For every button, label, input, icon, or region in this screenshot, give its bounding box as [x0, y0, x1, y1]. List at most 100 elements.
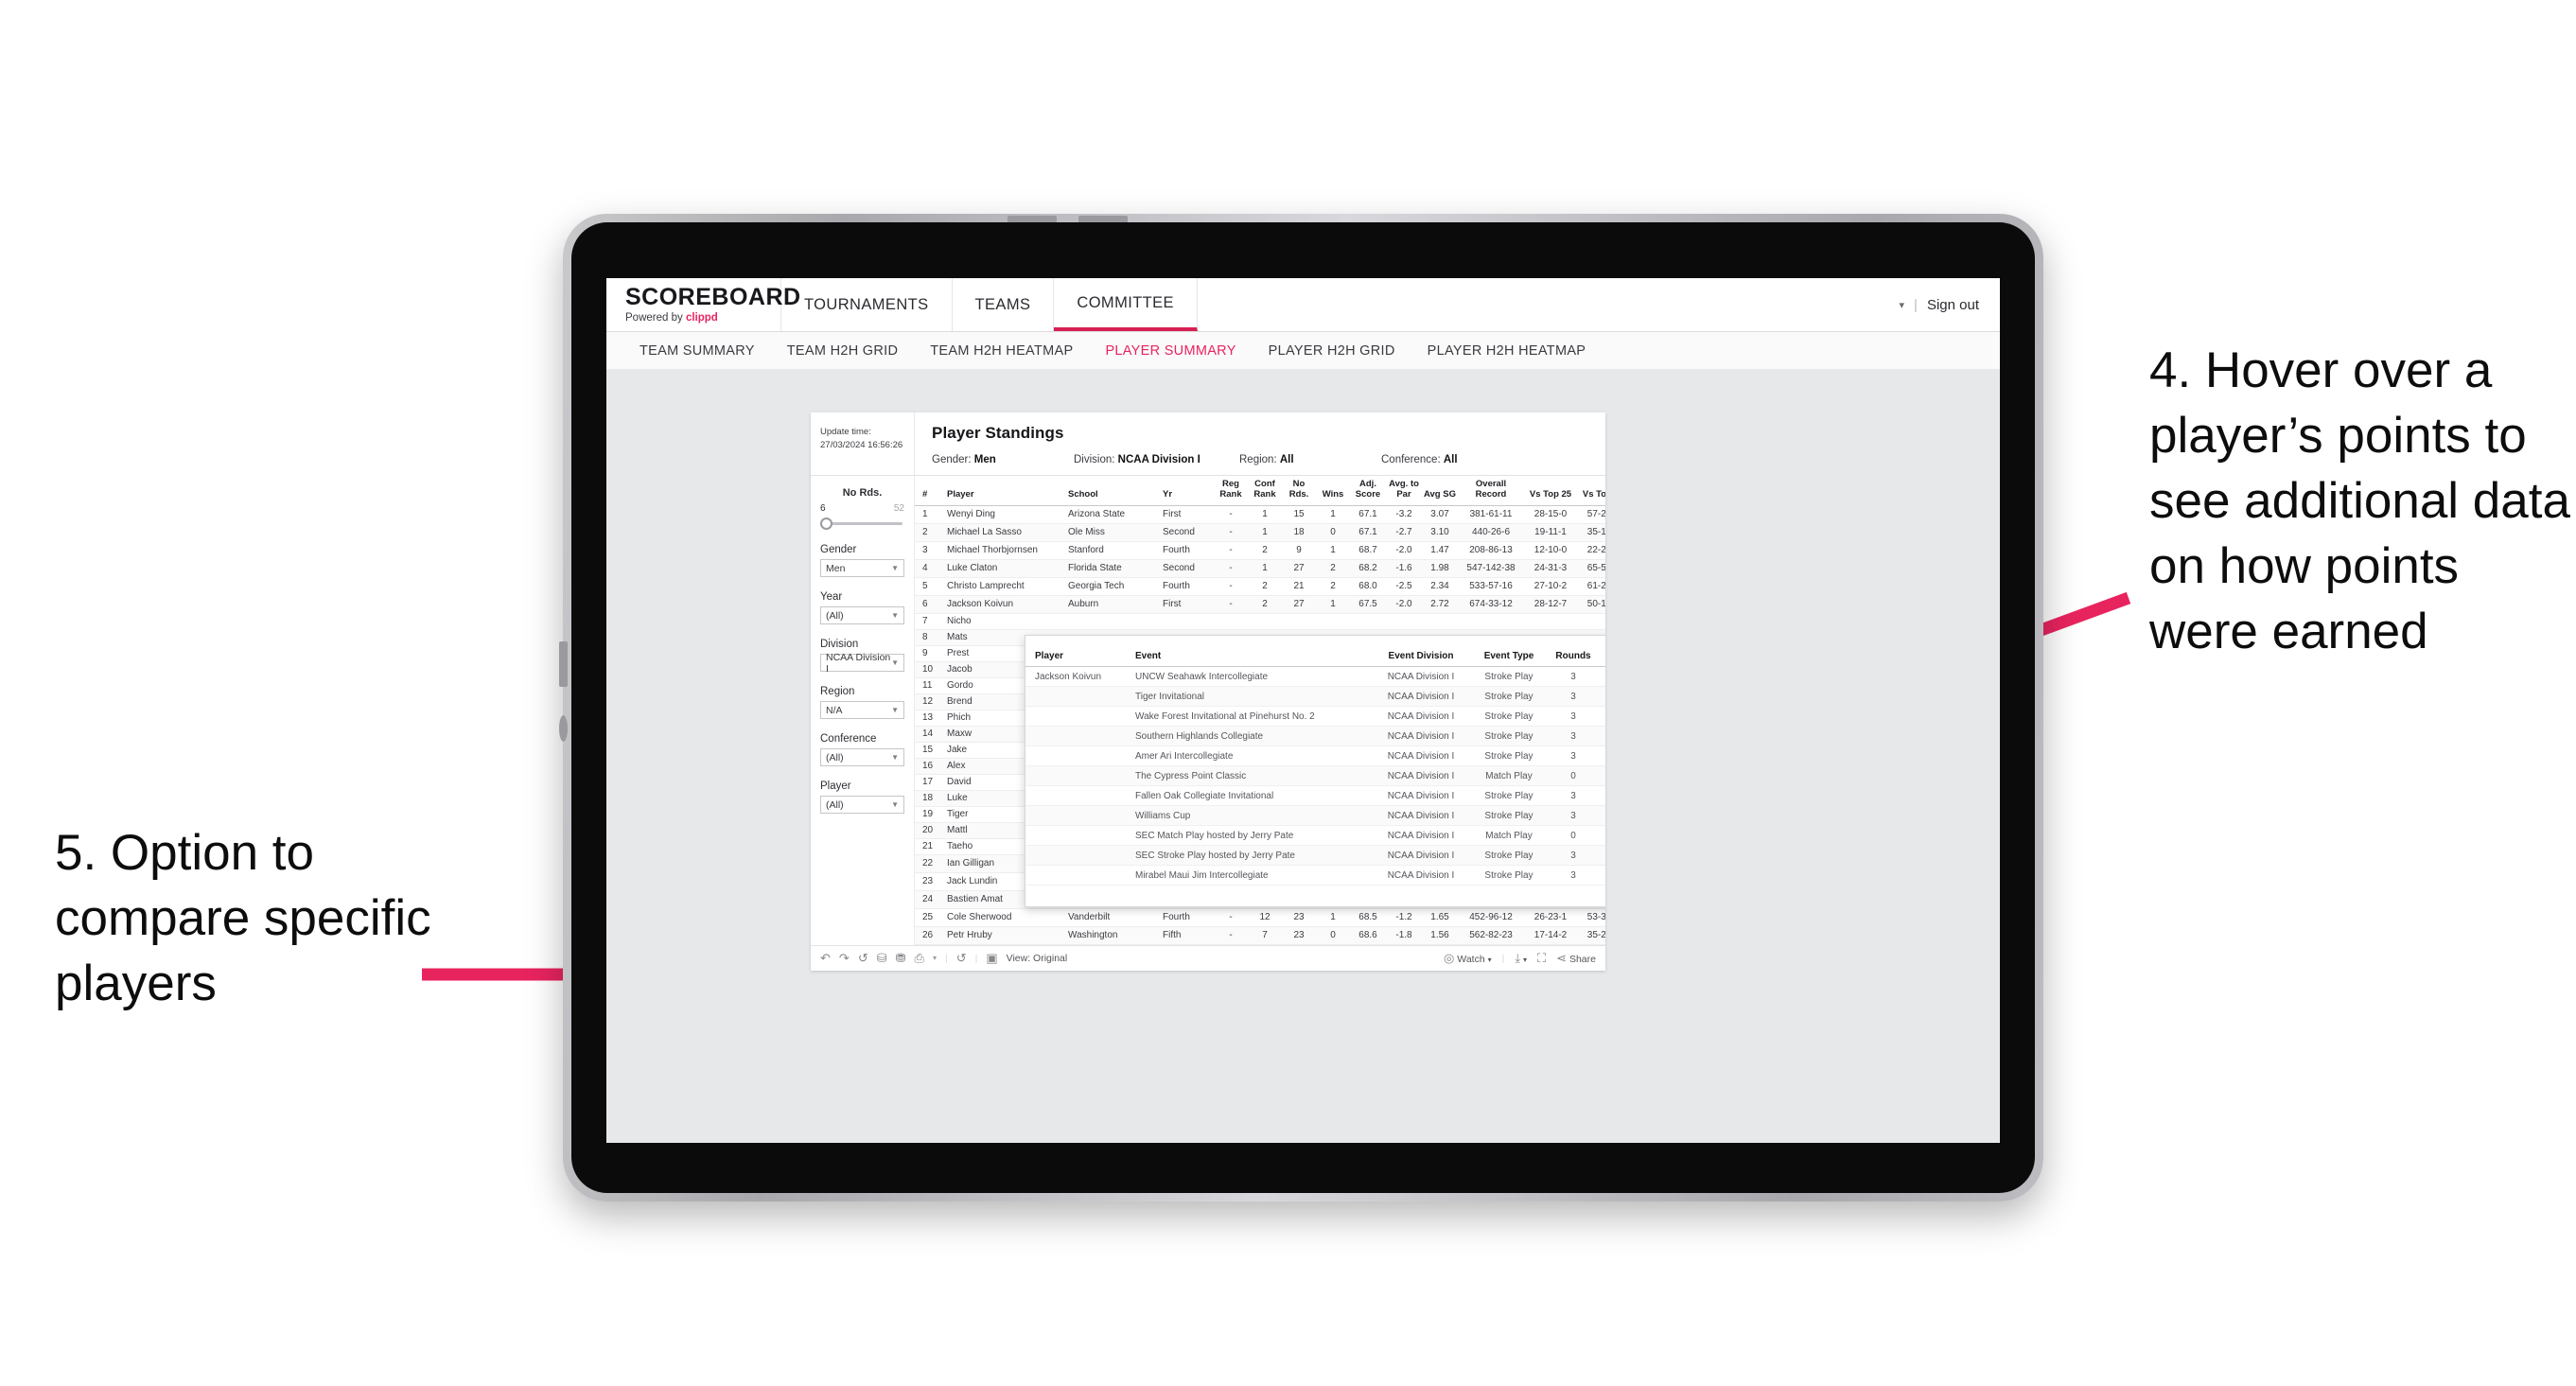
col-no-rds[interactable]: No Rds. — [1282, 476, 1316, 506]
tooltip-cell-player — [1025, 785, 1124, 806]
workspace: Update time: 27/03/2024 16:56:26 Player … — [606, 369, 2000, 1143]
download-button[interactable]: ⤓ ▾ — [1515, 952, 1527, 965]
cell-adj: 68.5 — [1350, 908, 1386, 927]
cell-player: Nicho — [945, 613, 1066, 630]
tooltip-cell-status: PLAYED — [1597, 686, 1605, 707]
cell-yr: Fourth — [1161, 577, 1214, 596]
tooltip-row: Wake Forest Invitational at Pinehurst No… — [1025, 706, 1605, 727]
update-time-block: Update time: 27/03/2024 16:56:26 — [811, 412, 915, 475]
col-player[interactable]: Player — [945, 476, 1066, 506]
cell-reg: - — [1214, 559, 1248, 578]
table-row[interactable]: 7 Nicho — [915, 613, 1605, 630]
cell-school: Arizona State — [1066, 505, 1161, 524]
cell-t25: 26-23-1 — [1524, 908, 1577, 927]
nav-tab-committee[interactable]: COMMITTEE — [1054, 278, 1198, 331]
nav-tab-teams[interactable]: TEAMS — [953, 278, 1055, 331]
subtab-player-summary[interactable]: PLAYER SUMMARY — [1089, 343, 1252, 359]
table-row[interactable]: 4 Luke Claton Florida State Second -1 27 2 68.2… — [915, 559, 1605, 578]
reset-icon[interactable]: ↺ — [956, 952, 967, 964]
subtab-team-h2h-heatmap[interactable]: TEAM H2H HEATMAP — [914, 343, 1089, 359]
filter-player-select[interactable]: (All) ▼ — [820, 796, 904, 814]
col-school[interactable]: School — [1066, 476, 1161, 506]
export-chevron-icon[interactable]: ▾ — [933, 954, 937, 962]
watch-button[interactable]: ◎ Watch ▾ — [1444, 952, 1492, 965]
view-label[interactable]: View: Original — [1007, 953, 1068, 964]
rounds-slider-handle[interactable] — [820, 518, 832, 530]
chevron-down-icon: ▼ — [891, 611, 899, 620]
tooltip-cell-player — [1025, 865, 1124, 886]
logo-wordmark: SCOREBOARD — [625, 284, 801, 310]
cell-rds: 21 — [1282, 577, 1316, 596]
subtab-team-h2h-grid[interactable]: TEAM H2H GRID — [771, 343, 915, 359]
col-avg-sg[interactable]: Avg SG — [1422, 476, 1458, 506]
subtab-team-summary[interactable]: TEAM SUMMARY — [623, 343, 771, 359]
tooltip-cell-type: Stroke Play — [1468, 666, 1550, 687]
tooltip-cell-type: Stroke Play — [1468, 706, 1550, 727]
col-avg-to-par[interactable]: Avg. to Par — [1386, 476, 1422, 506]
table-row[interactable]: 2 Michael La Sasso Ole Miss Second -1 18 0 67.1… — [915, 523, 1605, 542]
cell-player: Cole Sherwood — [945, 908, 1066, 927]
table-row[interactable]: 6 Jackson Koivun Auburn First -2 27 1 67.5 -2.0 2… — [915, 595, 1605, 614]
cell-rank: 24 — [915, 890, 945, 909]
cell-wins: 0 — [1316, 523, 1350, 542]
cell-overall: 381-61-11 — [1458, 505, 1524, 524]
cell-school — [1066, 613, 1161, 630]
nav-tab-tournaments[interactable]: TOURNAMENTS — [781, 278, 953, 331]
filter-year-select[interactable]: (All) ▼ — [820, 606, 904, 624]
filter-division-select[interactable]: NCAA Division I ▼ — [820, 652, 904, 675]
tooltip-col-event-division: Event Division — [1374, 636, 1468, 667]
tooltip-cell-division: NCAA Division I — [1374, 765, 1468, 786]
cell-conf: 7 — [1248, 926, 1282, 945]
pause-auto-update-icon[interactable]: ⛃ — [896, 952, 906, 964]
chevron-down-icon: ▼ — [891, 800, 899, 809]
table-row[interactable]: 1 Wenyi Ding Arizona State First -1 15 1 67.1 -3… — [915, 505, 1605, 524]
app-logo[interactable]: SCOREBOARD Powered by clippd — [606, 278, 801, 331]
col-rank[interactable]: # — [915, 476, 945, 506]
tooltip-cell-rounds: 3 — [1550, 726, 1597, 746]
power-button[interactable] — [559, 641, 568, 687]
table-row[interactable]: 5 Christo Lamprecht Georgia Tech Fourth -2 21… — [915, 577, 1605, 596]
viz-card: Update time: 27/03/2024 16:56:26 Player … — [811, 412, 1605, 971]
rounds-slider[interactable] — [820, 517, 904, 530]
chevron-down-icon: ▼ — [891, 706, 899, 714]
col-vs-top-25[interactable]: Vs Top 25 — [1524, 476, 1577, 506]
col-wins[interactable]: Wins — [1316, 476, 1350, 506]
col-vs-top-50[interactable]: Vs Top 50 — [1577, 476, 1605, 506]
filter-gender-select[interactable]: Men ▼ — [820, 559, 904, 577]
cell-school: Vanderbilt — [1066, 908, 1161, 927]
col-conf-rank[interactable]: Conf Rank — [1248, 476, 1282, 506]
col-overall-record[interactable]: Overall Record — [1458, 476, 1524, 506]
user-menu-chevron-icon[interactable]: ▾ — [1900, 299, 1905, 311]
tooltip-cell-rounds: 3 — [1550, 845, 1597, 866]
filter-conference-select[interactable]: (All) ▼ — [820, 748, 904, 766]
filter-region-select[interactable]: N/A ▼ — [820, 701, 904, 719]
col-yr[interactable]: Yr — [1161, 476, 1214, 506]
tooltip-row: Tiger Invitational NCAA Division I Stroke … — [1025, 686, 1605, 707]
cell-t25: 17-14-2 — [1524, 926, 1577, 945]
tooltip-cell-event: Tiger Invitational — [1124, 686, 1374, 707]
tooltip-cell-status: PLAYED — [1597, 805, 1605, 826]
cell-overall: 533-57-16 — [1458, 577, 1524, 596]
share-button[interactable]: ⋖ Share — [1556, 952, 1596, 965]
subtab-player-h2h-grid[interactable]: PLAYER H2H GRID — [1253, 343, 1411, 359]
cell-t50: 61-20-3 — [1577, 577, 1605, 596]
subtab-player-h2h-heatmap[interactable]: PLAYER H2H HEATMAP — [1411, 343, 1603, 359]
cell-rank: 25 — [915, 908, 945, 927]
logo-brand: clippd — [685, 312, 718, 324]
col-reg-rank[interactable]: Reg Rank — [1214, 476, 1248, 506]
viz-header: Update time: 27/03/2024 16:56:26 Player … — [811, 412, 1605, 476]
export-icon[interactable]: ⎙ — [915, 952, 924, 964]
refresh-icon[interactable]: ⛁ — [877, 952, 887, 964]
points-breakdown-tooltip: Player Event Event Division Event Type R… — [1025, 635, 1605, 907]
table-row[interactable]: 25 Cole Sherwood Vanderbilt Fourth -12 23 1 68.… — [915, 908, 1605, 927]
sign-out-link[interactable]: Sign out — [1927, 297, 1979, 313]
table-row[interactable]: 26 Petr Hruby Washington Fifth -7 23 0 68.6 -1.8… — [915, 926, 1605, 945]
fullscreen-icon[interactable]: ⛶ — [1537, 952, 1546, 964]
redo-icon[interactable]: ↷ — [839, 952, 850, 964]
logo-tagline: Powered by clippd — [625, 312, 780, 324]
undo-icon[interactable]: ↶ — [820, 952, 831, 964]
revert-icon[interactable]: ↺ — [858, 952, 868, 964]
col-adj-score[interactable]: Adj. Score — [1350, 476, 1386, 506]
table-row[interactable]: 3 Michael Thorbjornsen Stanford Fourth -2 9 1 6… — [915, 541, 1605, 560]
filter-gender: Gender Men ▼ — [820, 544, 904, 577]
